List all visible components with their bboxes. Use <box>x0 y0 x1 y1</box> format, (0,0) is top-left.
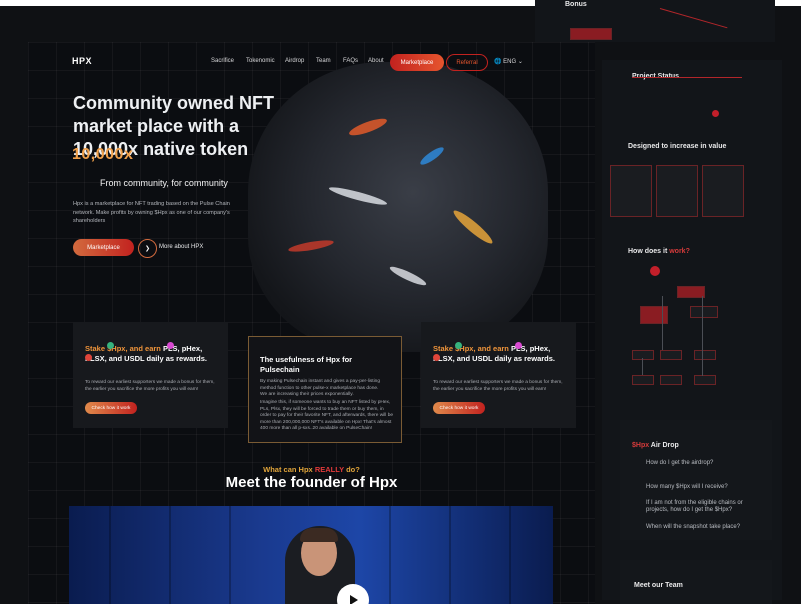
nav-link-about[interactable]: About <box>368 58 384 64</box>
bonus-value-box <box>570 28 612 40</box>
flow-box-6 <box>694 350 716 360</box>
coin-icon <box>455 342 462 349</box>
coin-icon <box>515 342 522 349</box>
stake-card-left: Stake $Hpx, and earn PLS, pHex, PLSX, an… <box>73 322 228 428</box>
status-dot <box>712 110 719 117</box>
navbar: HPX Sacrifice Tokenomic Airdrop Team FAQ… <box>28 54 595 76</box>
airdrop-panel: $Hpx Air Drop How do I get the airdrop? … <box>620 420 772 540</box>
stake-card-right: Stake $Hpx, and earn PLS, pHex, PLSX, an… <box>421 322 576 428</box>
flow-box-9 <box>694 375 716 385</box>
designed-card-1 <box>610 165 652 217</box>
nav-link-team[interactable]: Team <box>316 58 331 64</box>
flow-box-2 <box>640 306 668 324</box>
airdrop-q1: How do I get the airdrop? <box>646 460 714 466</box>
flow-line-3 <box>642 358 643 375</box>
marketplace-button[interactable]: Marketplace <box>390 54 444 71</box>
usefulness-title: The usefulness of Hpx for Pulsechain <box>260 355 353 374</box>
flow-box-1 <box>677 286 705 298</box>
landing-page: HPX Sacrifice Tokenomic Airdrop Team FAQ… <box>28 42 595 604</box>
check-how-it-work-button[interactable]: Check how it work <box>85 402 137 414</box>
flow-line-1 <box>662 296 663 350</box>
founder-title: Meet the founder of Hpx <box>225 474 398 491</box>
bonus-panel: Bonus <box>535 0 775 42</box>
designed-title: Designed to increase in value <box>628 143 727 150</box>
flow-box-7 <box>632 375 654 385</box>
flow-box-5 <box>660 350 682 360</box>
flow-start-dot <box>650 266 660 276</box>
curtain-fold <box>509 506 511 604</box>
founder-kicker: What can Hpx REALLY do? <box>263 465 360 474</box>
flow-line-2 <box>702 296 703 376</box>
language-label: ENG <box>503 59 517 65</box>
flow-box-3 <box>690 306 718 318</box>
usefulness-card: The usefulness of Hpx for Pulsechain By … <box>248 336 402 443</box>
coin-icon <box>85 354 92 361</box>
play-icon[interactable] <box>337 584 369 604</box>
hero-subtitle: From community, for community <box>100 178 228 188</box>
coin-icon <box>167 342 174 349</box>
language-selector[interactable]: 🌐 ENG ⌄ <box>494 58 523 65</box>
flow-box-8 <box>660 375 682 385</box>
curtain-fold <box>169 506 171 604</box>
founder-video[interactable] <box>69 506 553 604</box>
curtain-fold <box>389 506 391 604</box>
nav-link-faqs[interactable]: FAQs <box>343 58 358 64</box>
airdrop-q2: How many $Hpx will I receive? <box>646 484 728 490</box>
designed-card-3 <box>702 165 744 217</box>
founder-hair <box>300 528 338 542</box>
usefulness-text-2: We are increasing their prices exponenti… <box>260 392 354 397</box>
logo[interactable]: HPX <box>72 56 92 66</box>
hero-big-number: 10,000x <box>72 146 134 163</box>
bonus-heading: Bonus <box>565 1 587 8</box>
designed-card-2 <box>656 165 698 217</box>
more-about-link[interactable]: More about HPX <box>159 244 203 250</box>
usefulness-text-3: Imagine this, if someone wants to buy an… <box>260 400 394 431</box>
airdrop-q3: If I am not from the eligible chains or … <box>646 500 743 513</box>
coin-icon <box>433 354 440 361</box>
team-panel: Meet our Team <box>620 560 772 604</box>
bonus-chart-line <box>659 8 728 29</box>
status-line <box>632 77 742 78</box>
stake-card-text: To reward our earliest supporters we mad… <box>433 380 563 392</box>
nav-link-sacrifice[interactable]: Sacrifice <box>211 58 234 64</box>
how-title: How does it work? <box>628 248 690 255</box>
coin-icon <box>107 342 114 349</box>
stake-card-title: Stake $Hpx, and earn PLS, pHex, PLSX, an… <box>85 344 207 363</box>
airdrop-q4: When will the snapshot take place? <box>646 524 741 530</box>
curtain-fold <box>109 506 111 604</box>
chevron-down-icon: ⌄ <box>517 59 523 65</box>
team-title: Meet our Team <box>634 582 683 589</box>
stake-card-text: To reward our earliest supporters we mad… <box>85 380 215 392</box>
check-how-it-work-button[interactable]: Check how it work <box>433 402 485 414</box>
hero-marketplace-button[interactable]: Marketplace <box>73 239 134 256</box>
nav-link-tokenomic[interactable]: Tokenomic <box>246 58 275 64</box>
arrow-right-icon[interactable]: ❯ <box>138 239 157 258</box>
airdrop-title: $Hpx Air Drop <box>632 442 679 449</box>
hero-description: Hpx is a marketplace for NFT trading bas… <box>73 201 230 224</box>
nav-link-airdrop[interactable]: Airdrop <box>285 58 304 64</box>
referral-button[interactable]: Referral <box>446 54 488 71</box>
curtain-fold <box>449 506 451 604</box>
stake-card-title: Stake $Hpx, and earn PLS, pHex, PLSX, an… <box>433 344 555 363</box>
globe-icon: 🌐 <box>494 59 502 65</box>
usefulness-text-1: By making Pulsechain instant and gives a… <box>260 379 380 391</box>
curtain-fold <box>229 506 231 604</box>
flow-box-4 <box>632 350 654 360</box>
hero-portrait <box>248 62 548 352</box>
